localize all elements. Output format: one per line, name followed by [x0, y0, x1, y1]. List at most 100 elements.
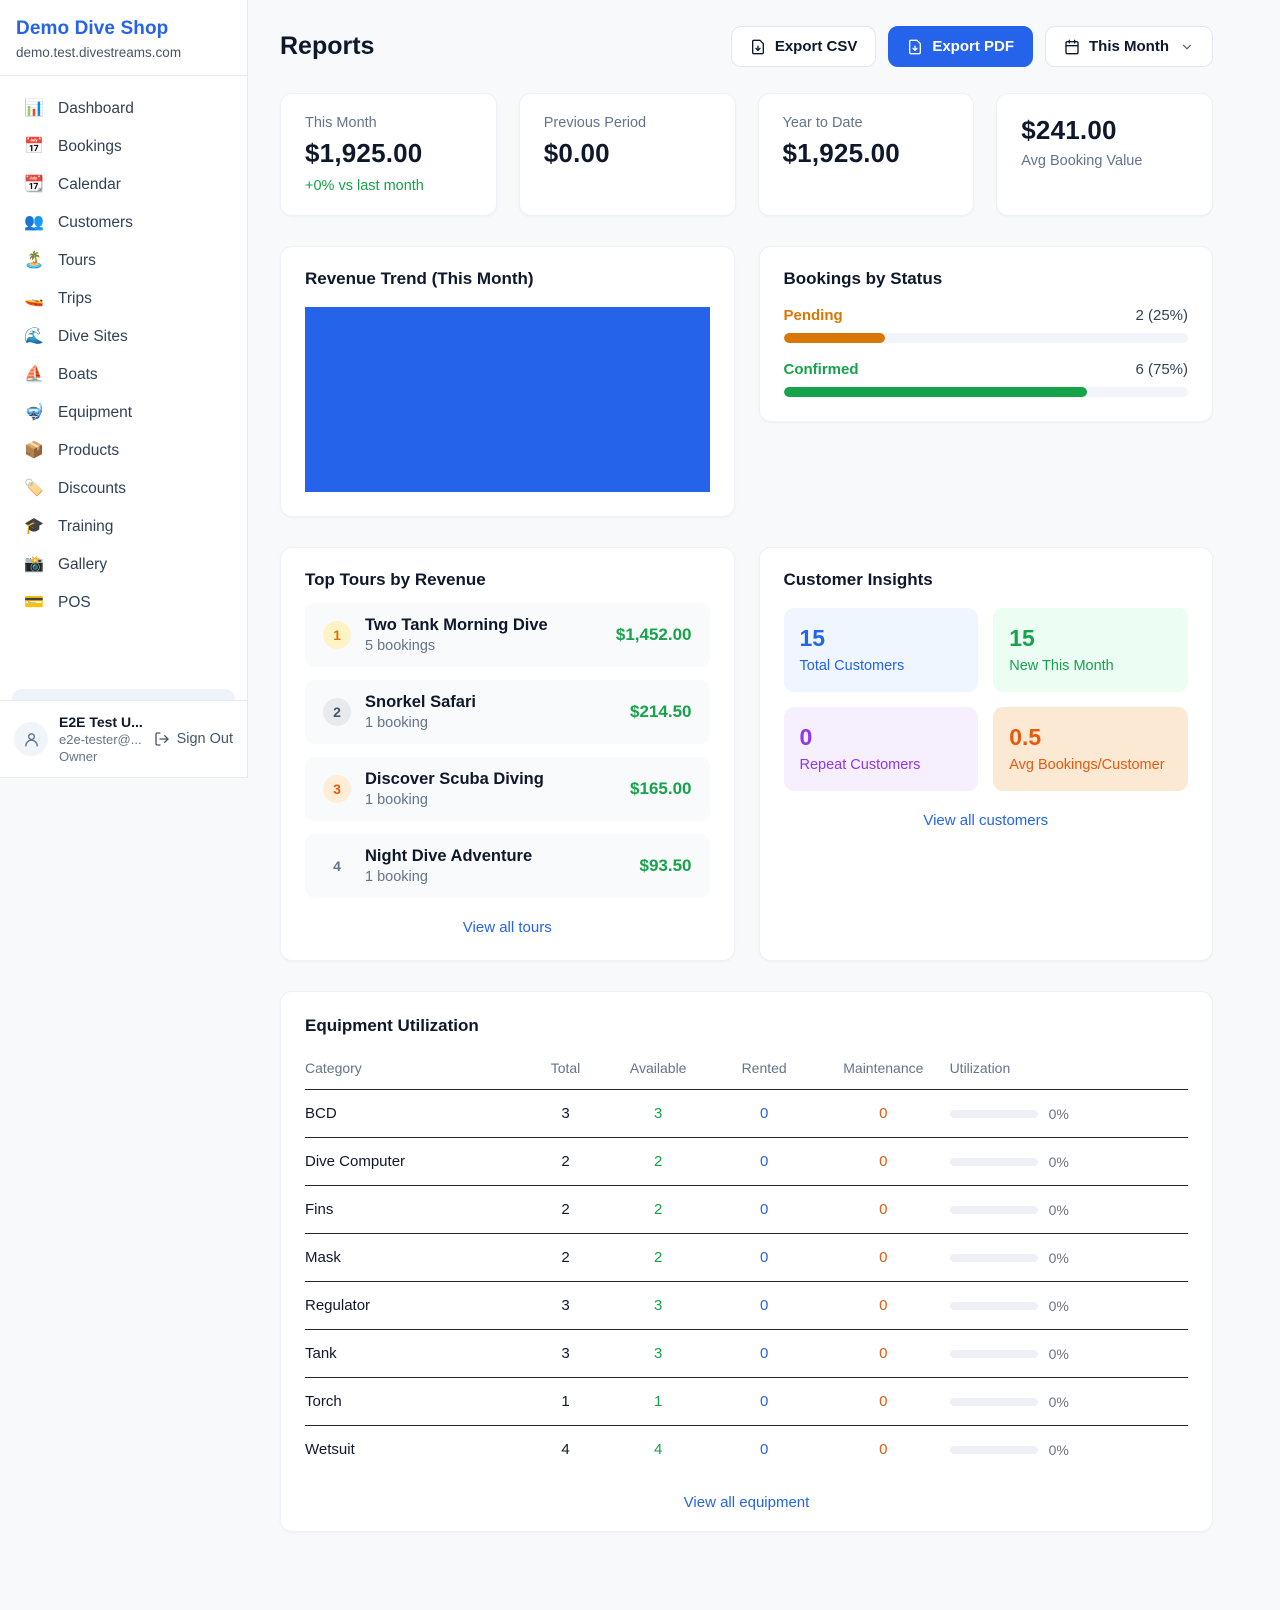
view-all-tours-link[interactable]: View all tours	[305, 919, 710, 936]
sidebar-item-pos[interactable]: 💳 POS	[10, 584, 237, 622]
cell-utilization: 0%	[950, 1426, 1188, 1474]
tour-name: Snorkel Safari	[365, 693, 616, 712]
tile-value: 15	[1009, 625, 1172, 652]
file-download-icon	[750, 39, 766, 55]
tile-label: Total Customers	[800, 658, 963, 674]
sidebar-item-tours[interactable]: 🏝️ Tours	[10, 242, 237, 280]
table-row: Mask 2 2 0 0 0%	[305, 1234, 1188, 1282]
sidebar-item-dashboard[interactable]: 📊 Dashboard	[10, 90, 237, 128]
sidebar-item-partial-highlight	[12, 689, 235, 700]
cell-available: 3	[605, 1090, 711, 1138]
export-pdf-button[interactable]: Export PDF	[888, 26, 1033, 67]
sidebar-item-equipment[interactable]: 🤿 Equipment	[10, 394, 237, 432]
sidebar-item-bookings[interactable]: 📅 Bookings	[10, 128, 237, 166]
view-all-customers-link[interactable]: View all customers	[784, 812, 1189, 829]
sidebar-item-calendar[interactable]: 📆 Calendar	[10, 166, 237, 204]
progress-fill	[784, 333, 885, 343]
progress-fill	[784, 387, 1087, 397]
sidebar-item-products[interactable]: 📦 Products	[10, 432, 237, 470]
col-header-maintenance: Maintenance	[817, 1052, 949, 1090]
rank-badge: 4	[323, 852, 351, 880]
sidebar-item-trips[interactable]: 🚤 Trips	[10, 280, 237, 318]
sidebar-item-boats[interactable]: ⛵ Boats	[10, 356, 237, 394]
wave-icon: 🌊	[23, 329, 45, 345]
stat-label: Previous Period	[544, 115, 711, 131]
stats-row: This Month $1,925.00 +0% vs last month P…	[280, 93, 1213, 216]
cell-maintenance: 0	[817, 1330, 949, 1378]
sidebar-item-gallery[interactable]: 📸 Gallery	[10, 546, 237, 584]
cell-category: Tank	[305, 1330, 526, 1378]
sidebar-item-customers[interactable]: 👥 Customers	[10, 204, 237, 242]
sidebar-item-label: Gallery	[58, 556, 107, 574]
tour-name: Two Tank Morning Dive	[365, 616, 602, 635]
utilization-track	[950, 1110, 1038, 1118]
logout-icon	[154, 731, 170, 747]
cell-total: 4	[526, 1426, 605, 1474]
cell-available: 4	[605, 1426, 711, 1474]
tear-calendar-icon: 📆	[23, 177, 45, 193]
cell-total: 2	[526, 1234, 605, 1282]
export-csv-button[interactable]: Export CSV	[731, 26, 877, 67]
cell-rented: 0	[711, 1186, 817, 1234]
tour-bookings: 1 booking	[365, 869, 626, 885]
sidebar-item-label: Dashboard	[58, 100, 134, 118]
export-csv-label: Export CSV	[775, 38, 858, 55]
bookings-by-status-card: Bookings by Status Pending 2 (25%) Confi…	[759, 246, 1214, 422]
revenue-trend-title: Revenue Trend (This Month)	[305, 269, 710, 289]
col-header-category: Category	[305, 1052, 526, 1090]
cell-available: 2	[605, 1138, 711, 1186]
view-all-equipment-link[interactable]: View all equipment	[305, 1494, 1188, 1511]
utilization-track	[950, 1158, 1038, 1166]
cell-maintenance: 0	[817, 1090, 949, 1138]
period-select[interactable]: This Month	[1045, 26, 1213, 67]
sign-out-label: Sign Out	[177, 731, 233, 747]
export-pdf-label: Export PDF	[932, 38, 1014, 55]
sidebar-nav: 📊 Dashboard 📅 Bookings 📆 Calendar 👥 Cust…	[0, 76, 247, 700]
utilization-track	[950, 1206, 1038, 1214]
cell-rented: 0	[711, 1234, 817, 1282]
user-email: e2e-tester@...	[59, 732, 143, 747]
user-meta: E2E Test U... e2e-tester@... Owner	[59, 714, 143, 764]
shop-domain: demo.test.divestreams.com	[16, 45, 231, 60]
stat-label: Year to Date	[783, 115, 950, 131]
insights-row: Top Tours by Revenue 1 Two Tank Morning …	[280, 547, 1213, 961]
sidebar-item-label: Discounts	[58, 480, 126, 498]
tile-value: 0	[800, 724, 963, 751]
stat-label: This Month	[305, 115, 472, 131]
stat-value: $241.00	[1021, 115, 1188, 146]
stat-card-this-month: This Month $1,925.00 +0% vs last month	[280, 93, 497, 216]
sidebar-item-label: Boats	[58, 366, 98, 384]
insight-tiles: 15 Total Customers 15 New This Month 0 R…	[784, 608, 1189, 791]
sidebar-item-discounts[interactable]: 🏷️ Discounts	[10, 470, 237, 508]
utilization-track	[950, 1350, 1038, 1358]
equipment-header-row: Category Total Available Rented Maintena…	[305, 1052, 1188, 1090]
sign-out-button[interactable]: Sign Out	[154, 731, 233, 747]
tile-avg-bookings-customer: 0.5 Avg Bookings/Customer	[993, 707, 1188, 791]
col-header-total: Total	[526, 1052, 605, 1090]
table-row: Dive Computer 2 2 0 0 0%	[305, 1138, 1188, 1186]
equipment-table: Category Total Available Rented Maintena…	[305, 1052, 1188, 1473]
stat-value: $1,925.00	[305, 138, 472, 169]
sidebar-item-label: Trips	[58, 290, 92, 308]
col-header-rented: Rented	[711, 1052, 817, 1090]
sidebar-item-training[interactable]: 🎓 Training	[10, 508, 237, 546]
sidebar-item-dive-sites[interactable]: 🌊 Dive Sites	[10, 318, 237, 356]
cell-maintenance: 0	[817, 1186, 949, 1234]
cell-maintenance: 0	[817, 1426, 949, 1474]
tile-repeat-customers: 0 Repeat Customers	[784, 707, 979, 791]
table-row: Torch 1 1 0 0 0%	[305, 1378, 1188, 1426]
equipment-utilization-card: Equipment Utilization Category Total Ava…	[280, 991, 1213, 1532]
tour-revenue: $1,452.00	[616, 625, 692, 645]
utilization-track	[950, 1302, 1038, 1310]
tour-bookings: 1 booking	[365, 715, 616, 731]
table-row: BCD 3 3 0 0 0%	[305, 1090, 1188, 1138]
cell-rented: 0	[711, 1426, 817, 1474]
stat-card-year-to-date: Year to Date $1,925.00	[758, 93, 975, 216]
file-download-icon	[907, 39, 923, 55]
bar-chart-icon: 📊	[23, 101, 45, 117]
cell-utilization: 0%	[950, 1138, 1188, 1186]
status-count: 2 (25%)	[1135, 307, 1188, 324]
status-row-pending: Pending 2 (25%)	[784, 307, 1189, 343]
table-row: Regulator 3 3 0 0 0%	[305, 1282, 1188, 1330]
sidebar-item-label: Products	[58, 442, 119, 460]
